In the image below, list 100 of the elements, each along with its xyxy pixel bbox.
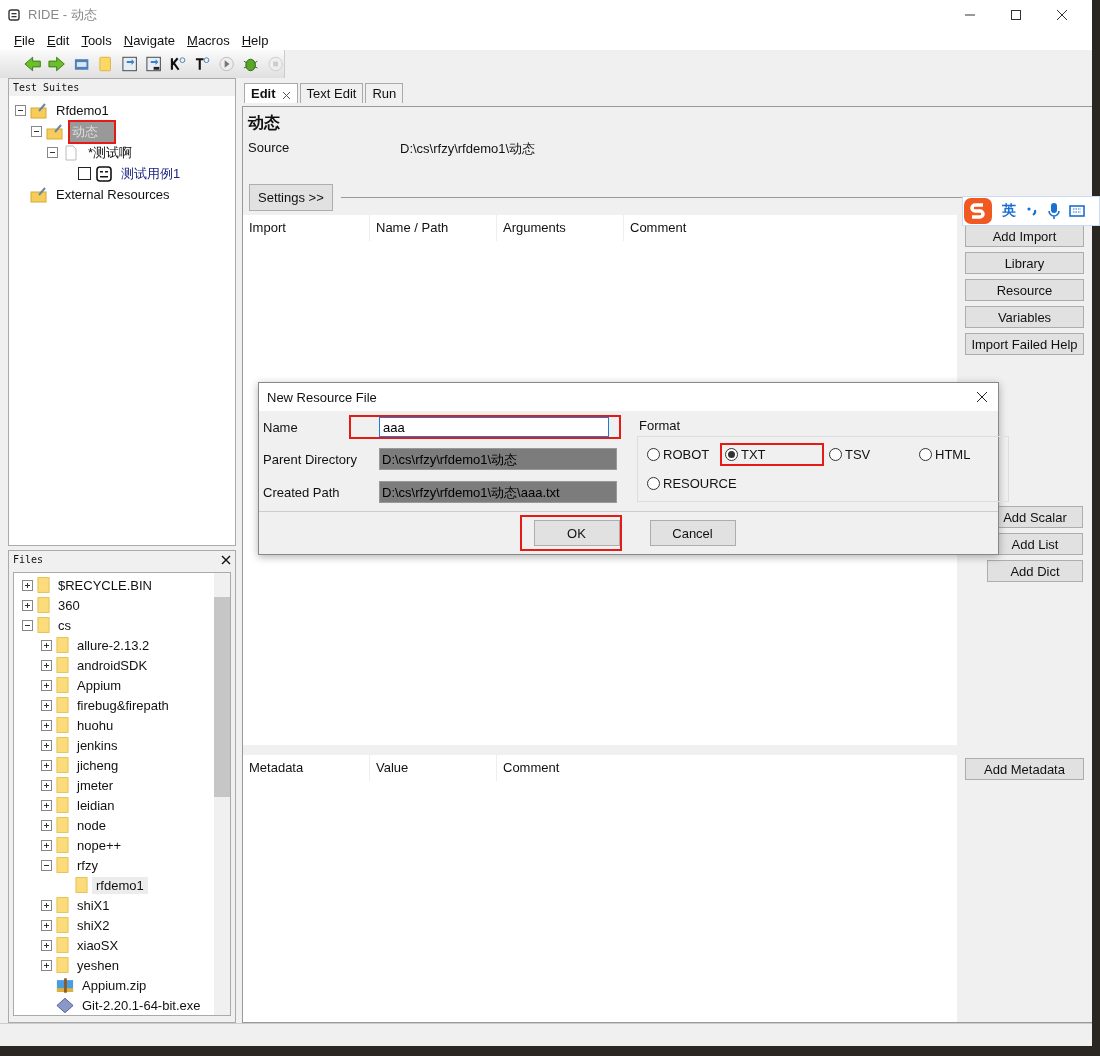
file-tree-item[interactable]: 360 bbox=[54, 596, 84, 614]
menu-item[interactable]: Edit bbox=[46, 32, 70, 48]
expand-toggle[interactable] bbox=[41, 699, 52, 711]
close-icon[interactable] bbox=[976, 391, 988, 403]
file-tree-item[interactable]: Git-2.20.1-64-bit.exe bbox=[78, 996, 205, 1014]
file-tree-item[interactable]: jicheng bbox=[73, 756, 123, 774]
expand-toggle[interactable] bbox=[41, 819, 52, 831]
file-tree-item[interactable]: cs bbox=[54, 616, 75, 634]
expand-toggle[interactable] bbox=[41, 779, 52, 791]
column-header: Comment bbox=[502, 759, 561, 777]
tab[interactable]: Edit bbox=[244, 83, 298, 103]
expand-toggle[interactable] bbox=[41, 919, 52, 931]
dialog-button[interactable]: Cancel bbox=[649, 520, 736, 546]
dialog-button[interactable]: OK bbox=[533, 520, 620, 546]
save-icon[interactable] bbox=[121, 55, 139, 73]
file-tree-item[interactable]: rfdemo1 bbox=[92, 876, 148, 894]
collapse-toggle[interactable] bbox=[15, 105, 26, 116]
run-icon[interactable] bbox=[218, 55, 236, 73]
settings-button[interactable]: Settings >> bbox=[249, 184, 333, 211]
menu-item[interactable]: File bbox=[14, 32, 35, 48]
expand-toggle[interactable] bbox=[41, 859, 52, 871]
folder-icon bbox=[56, 856, 69, 874]
expand-toggle[interactable] bbox=[41, 639, 52, 651]
app-icon bbox=[8, 9, 20, 21]
panel-title: Files bbox=[13, 554, 44, 565]
collapse-toggle[interactable] bbox=[47, 147, 58, 158]
collapse-toggle[interactable] bbox=[31, 126, 42, 137]
scrollbar[interactable] bbox=[214, 573, 230, 1015]
expand-toggle[interactable] bbox=[41, 839, 52, 851]
folder-icon bbox=[56, 796, 69, 814]
file-tree-item[interactable]: huohu bbox=[73, 716, 118, 734]
expand-toggle[interactable] bbox=[41, 719, 52, 731]
file-tree-item[interactable]: yeshen bbox=[73, 956, 123, 974]
file-tree-item[interactable]: node bbox=[73, 816, 110, 834]
menu-item[interactable]: Tools bbox=[81, 32, 112, 48]
side-button[interactable]: Library bbox=[965, 252, 1084, 274]
file-tree-item[interactable]: androidSDK bbox=[73, 656, 152, 674]
file-tree-item[interactable]: firebug&firepath bbox=[73, 696, 173, 714]
file-tree-item[interactable]: xiaoSX bbox=[73, 936, 123, 954]
radio-option[interactable]: HTML bbox=[914, 443, 1004, 466]
side-button[interactable]: Import Failed Help bbox=[965, 333, 1084, 355]
expand-toggle[interactable] bbox=[41, 939, 52, 951]
side-button[interactable]: Add Metadata bbox=[965, 758, 1084, 780]
test-search-icon[interactable] bbox=[193, 55, 212, 73]
radio-option[interactable]: TXT bbox=[720, 443, 824, 466]
file-tree-item[interactable]: jmeter bbox=[73, 776, 118, 794]
side-button[interactable]: Add Dict bbox=[987, 560, 1083, 582]
file-tree-item[interactable]: jenkins bbox=[73, 736, 122, 754]
expand-toggle[interactable] bbox=[41, 799, 52, 811]
tree-item[interactable]: External Resources bbox=[52, 184, 174, 205]
tab[interactable]: Run bbox=[365, 83, 404, 103]
expand-toggle[interactable] bbox=[41, 679, 52, 691]
tab[interactable]: Text Edit bbox=[299, 83, 364, 103]
folder-icon bbox=[56, 816, 69, 834]
close-icon[interactable] bbox=[221, 554, 231, 565]
expand-toggle[interactable] bbox=[41, 759, 52, 771]
close-icon[interactable] bbox=[1056, 9, 1068, 21]
file-tree-item[interactable]: shiX1 bbox=[73, 896, 114, 914]
checkbox[interactable] bbox=[78, 167, 91, 180]
ime-language[interactable]: 英 bbox=[1002, 202, 1016, 220]
side-button[interactable]: Add Import bbox=[965, 225, 1084, 247]
expand-toggle[interactable] bbox=[22, 579, 33, 591]
menu-item[interactable]: Help bbox=[241, 32, 269, 48]
maximize-icon[interactable] bbox=[1010, 9, 1022, 21]
radio-option[interactable]: RESOURCE bbox=[642, 472, 824, 495]
close-icon[interactable] bbox=[281, 91, 291, 100]
keyboard-icon[interactable] bbox=[1069, 204, 1085, 218]
radio-option[interactable]: ROBOT bbox=[642, 443, 720, 466]
tree-item[interactable]: Rfdemo1 bbox=[52, 100, 113, 121]
file-tree-item[interactable]: $RECYCLE.BIN bbox=[54, 576, 156, 594]
expand-toggle[interactable] bbox=[22, 619, 33, 631]
file-tree-item[interactable]: Appium.zip bbox=[78, 976, 151, 994]
save-all-icon[interactable] bbox=[145, 55, 163, 73]
name-field[interactable]: aaa bbox=[379, 417, 609, 437]
expand-toggle[interactable] bbox=[41, 959, 52, 971]
side-button[interactable]: Resource bbox=[965, 279, 1084, 301]
forward-arrow-icon[interactable] bbox=[48, 55, 66, 73]
folder-icon bbox=[56, 916, 69, 934]
file-tree-item[interactable]: shiX2 bbox=[73, 916, 114, 934]
microphone-icon[interactable] bbox=[1048, 202, 1060, 220]
radio-option[interactable]: TSV bbox=[824, 443, 914, 466]
expand-toggle[interactable] bbox=[41, 659, 52, 671]
file-tree-item[interactable]: allure-2.13.2 bbox=[73, 636, 154, 654]
menu-item[interactable]: Macros bbox=[187, 32, 230, 48]
folder-icon bbox=[56, 716, 69, 734]
expand-toggle[interactable] bbox=[22, 599, 33, 611]
ime-logo-icon[interactable] bbox=[963, 197, 993, 225]
file-tree-item[interactable]: rfzy bbox=[73, 856, 102, 874]
expand-toggle[interactable] bbox=[41, 899, 52, 911]
file-tree-item[interactable]: Appium bbox=[73, 676, 126, 694]
field-label: Parent Directory bbox=[263, 451, 358, 467]
expand-toggle[interactable] bbox=[41, 739, 52, 751]
column-header: Metadata bbox=[243, 755, 370, 781]
side-button[interactable]: Variables bbox=[965, 306, 1084, 328]
menu-item[interactable]: Navigate bbox=[123, 32, 176, 48]
keyword-search-icon[interactable] bbox=[169, 55, 187, 73]
file-tree-item[interactable]: leidian bbox=[73, 796, 119, 814]
source-path: D:\cs\rfzy\rfdemo1\动态 bbox=[400, 140, 536, 158]
back-arrow-icon[interactable] bbox=[24, 55, 42, 73]
file-tree-item[interactable]: nope++ bbox=[73, 836, 126, 854]
